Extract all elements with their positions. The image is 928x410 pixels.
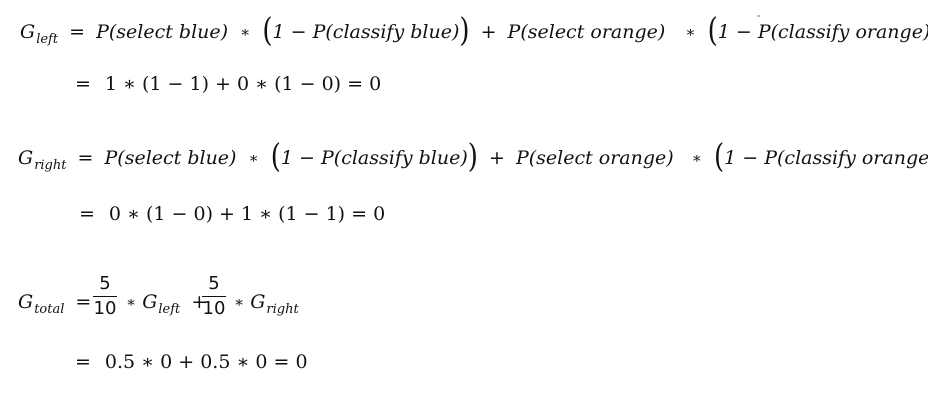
g-right-result: 0 ∗ (1 − 0) + 1 ∗ (1 − 1) = 0: [108, 203, 386, 225]
fraction-numerator: 5: [208, 273, 220, 294]
fraction-denominator: 10: [202, 298, 226, 319]
equation-g-total: Gtotal =: [18, 290, 96, 317]
equation-g-left-result: = 1 ∗ (1 − 1) + 0 ∗ (1 − 0) = 0: [70, 72, 381, 96]
equation-g-left: Gleft = P(select blue) ∗ (1 − P(classify…: [20, 12, 928, 50]
open-paren: (: [713, 138, 725, 176]
equals-sign: =: [75, 291, 92, 313]
g-right-subscript: right: [34, 158, 67, 173]
g-total-symbol: G: [18, 291, 34, 313]
close-paren: ): [467, 138, 478, 176]
close-paren: ): [459, 12, 470, 50]
equals-sign: =: [77, 147, 94, 169]
equals-sign: =: [69, 21, 86, 43]
times-sign: ∗: [248, 149, 259, 167]
equals-sign: =: [75, 351, 91, 373]
g-left-subscript: left: [36, 32, 59, 47]
plus-sign: +: [488, 147, 505, 169]
equation-g-right: Gright = P(select blue) ∗ (1 − P(classif…: [18, 138, 928, 176]
fraction-bar: [93, 296, 117, 297]
g-total-right-subscript: right: [266, 302, 299, 317]
fraction-denominator: 10: [93, 298, 117, 319]
fraction-left-weight: 5 10: [93, 273, 117, 320]
equation-g-total-result: = 0.5 ∗ 0 + 0.5 ∗ 0 = 0: [70, 350, 308, 374]
plus-sign: +: [480, 21, 497, 43]
g-left-term2-select: P(select orange): [507, 21, 666, 43]
g-left-term1-select: P(select blue): [96, 21, 229, 43]
g-left-term2-classify: 1 − P(classify orange): [717, 21, 928, 43]
g-total-left-term: ∗ Gleft +: [120, 290, 212, 317]
equals-sign: =: [75, 73, 91, 95]
g-right-term1-classify: 1 − P(classify blue): [280, 147, 468, 169]
times-sign: ∗: [126, 293, 137, 311]
g-total-right-symbol: G: [250, 291, 266, 313]
open-paren: (: [262, 12, 273, 50]
g-left-result: 1 ∗ (1 − 1) + 0 ∗ (1 − 0) = 0: [104, 73, 382, 95]
g-total-right-term: ∗ Gright: [228, 290, 299, 317]
equals-sign: =: [79, 203, 95, 225]
open-paren: (: [270, 138, 281, 176]
g-right-symbol: G: [18, 147, 34, 169]
fraction-bar: [202, 296, 226, 297]
g-left-term1-classify: 1 − P(classify blue): [272, 21, 460, 43]
g-total-subscript: total: [34, 302, 65, 317]
open-paren: (: [707, 12, 718, 50]
times-sign: ∗: [240, 23, 251, 41]
times-sign: ∗: [691, 149, 702, 167]
g-total-left-symbol: G: [142, 291, 158, 313]
g-left-symbol: G: [20, 21, 36, 43]
g-right-term2-classify: 1 − P(classify orange): [724, 147, 928, 169]
times-sign: ∗: [234, 293, 245, 311]
g-total-left-subscript: left: [158, 302, 181, 317]
stray-mark: [757, 15, 760, 17]
g-right-term2-select: P(select orange): [515, 147, 674, 169]
equation-g-right-result: = 0 ∗ (1 − 0) + 1 ∗ (1 − 1) = 0: [74, 202, 385, 226]
g-right-term1-select: P(select blue): [104, 147, 237, 169]
times-sign: ∗: [685, 23, 696, 41]
fraction-numerator: 5: [99, 273, 111, 294]
g-total-result: 0.5 ∗ 0 + 0.5 ∗ 0 = 0: [104, 351, 308, 373]
fraction-right-weight: 5 10: [202, 273, 226, 320]
